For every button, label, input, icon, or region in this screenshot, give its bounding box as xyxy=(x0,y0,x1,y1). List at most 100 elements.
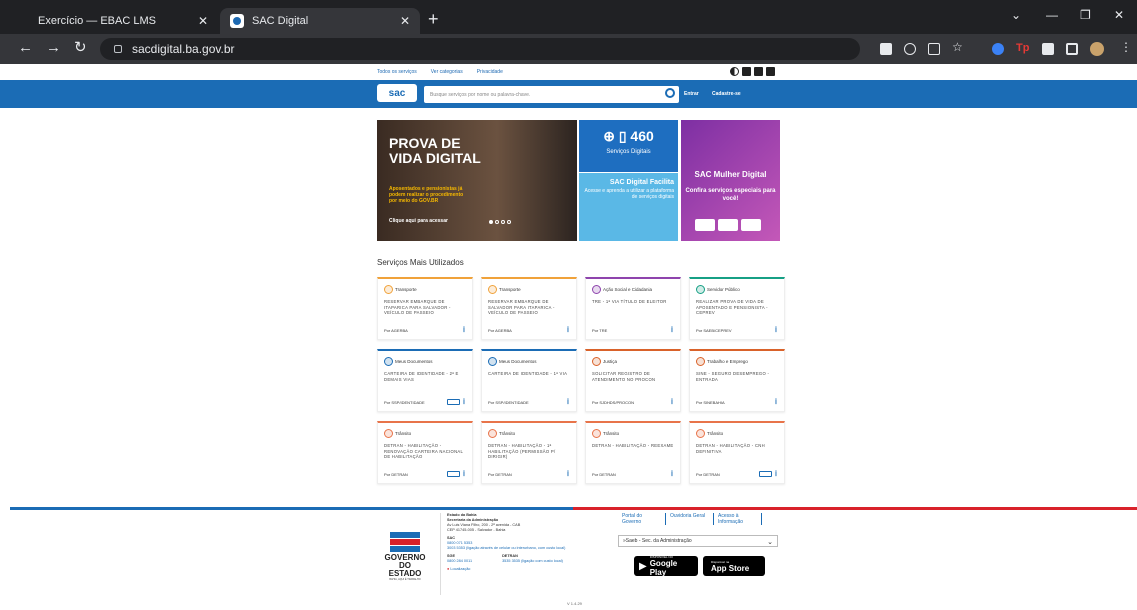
link-all-services[interactable]: Todos os serviços xyxy=(377,69,417,75)
font-decrease-icon[interactable] xyxy=(742,67,751,76)
carousel-dot[interactable] xyxy=(495,220,499,224)
secretaria-select[interactable]: »Saeb - Sec. da Administração ⌄ xyxy=(618,535,778,547)
info-icon[interactable]: ⅰ xyxy=(671,398,673,406)
extension-icon[interactable] xyxy=(992,43,1004,55)
info-icon[interactable]: ⅰ xyxy=(775,398,777,406)
info-icon[interactable]: ⅰ xyxy=(463,398,465,406)
register-link[interactable]: Cadastre-se xyxy=(712,91,741,97)
service-card[interactable]: Meus Documentos CARTEIRA DE IDENTIDADE - … xyxy=(377,349,473,412)
sac-logo[interactable]: sac xyxy=(377,84,417,102)
info-icon[interactable]: ⅰ xyxy=(567,326,569,334)
font-increase-icon[interactable] xyxy=(754,67,763,76)
site-settings-icon[interactable] xyxy=(880,43,892,55)
info-icon[interactable]: ⅰ xyxy=(671,470,673,478)
category-icon xyxy=(696,285,705,294)
service-card[interactable]: Transporte RESERVAR EMBARQUE DE SALVADOR … xyxy=(481,277,577,340)
reload-icon[interactable]: ↻ xyxy=(74,40,87,56)
info-icon[interactable]: ⅰ xyxy=(671,326,673,334)
info-icon[interactable]: ⅰ xyxy=(567,470,569,478)
address-bar[interactable]: sacdigital.ba.gov.br xyxy=(100,38,860,60)
card-service-name: RESERVAR EMBARQUE DE SALVADOR PARA ITAPA… xyxy=(488,299,555,315)
share-icon[interactable] xyxy=(928,43,940,55)
new-tab-icon[interactable]: + xyxy=(428,10,439,28)
zoom-icon[interactable] xyxy=(904,43,916,55)
search-input[interactable]: Busque serviços por nome ou palavra-chav… xyxy=(424,86,679,103)
category-label: Transporte xyxy=(395,287,417,292)
banner-cta[interactable]: Clique aqui para acessar xyxy=(389,218,448,224)
location-pin-icon: ● xyxy=(447,567,450,571)
facilita-title: SAC Digital Facilita xyxy=(609,179,674,186)
banner-digital-services[interactable]: ⊕ ▯ 460 Serviços Digitais xyxy=(579,120,678,172)
banner-sac-mulher[interactable]: SAC Mulher Digital Confira serviços espe… xyxy=(681,120,780,241)
minimize-icon[interactable]: — xyxy=(1046,8,1058,22)
tab-sac-digital[interactable]: SAC Digital ✕ xyxy=(220,8,420,34)
back-icon[interactable]: ← xyxy=(18,40,33,56)
service-card[interactable]: Trabalho e Emprego SINE - SEGURO DESEMPRE… xyxy=(689,349,785,412)
app-store-badge[interactable]: Disponível na App Store xyxy=(703,556,765,576)
info-icon[interactable]: ⅰ xyxy=(463,326,465,334)
forward-icon[interactable]: → xyxy=(46,40,61,56)
card-provider: Por AGERBA xyxy=(488,328,512,333)
card-service-name: CARTEIRA DE IDENTIDADE - 1ª VIA xyxy=(488,371,568,376)
info-icon[interactable]: ⅰ xyxy=(775,326,777,334)
profile-avatar[interactable] xyxy=(1090,42,1104,56)
sign-language-icon[interactable] xyxy=(766,67,775,76)
search-icon[interactable] xyxy=(665,88,675,98)
bookmark-star-icon[interactable]: ☆ xyxy=(952,40,964,54)
service-card[interactable]: Trânsito DETRAN - HABILITAÇÃO - 1ª HABILI… xyxy=(481,421,577,484)
card-category: Trânsito xyxy=(592,429,674,438)
tab-search-icon[interactable]: ⌄ xyxy=(1011,8,1021,22)
contrast-icon[interactable] xyxy=(730,67,739,76)
service-card[interactable]: Servidor Público REALIZAR PROVA DE VIDA D… xyxy=(689,277,785,340)
carousel-dot[interactable] xyxy=(489,220,493,224)
link-ouvidoria[interactable]: Ouvidoria Geral xyxy=(666,513,714,525)
close-tab-icon[interactable]: ✕ xyxy=(400,14,410,28)
category-label: Servidor Público xyxy=(707,287,740,292)
sac-phone-mobile[interactable]: 3003 5353 (ligação através de celular ou… xyxy=(447,546,590,551)
link-portal-governo[interactable]: Portal do Governo xyxy=(618,513,666,525)
side-panel-icon[interactable] xyxy=(1066,43,1078,55)
service-card[interactable]: Meus Documentos CARTEIRA DE IDENTIDADE - … xyxy=(481,349,577,412)
category-icon xyxy=(592,429,601,438)
menu-kebab-icon[interactable]: ⋮ xyxy=(1120,40,1132,54)
google-play-badge[interactable]: ▶ DISPONÍVEL NO Google Play xyxy=(634,555,698,577)
carousel-dot[interactable] xyxy=(501,220,505,224)
category-label: Trânsito xyxy=(603,431,620,436)
location-link[interactable]: Localização xyxy=(450,567,470,571)
category-label: Meus Documentos xyxy=(499,359,537,364)
card-service-name: TRE - 1ª VIA TÍTULO DE ELEITOR xyxy=(592,299,667,304)
category-label: Trânsito xyxy=(395,431,412,436)
service-card[interactable]: Trânsito DETRAN - HABILITAÇÃO - REEXAME Po… xyxy=(585,421,681,484)
carousel-dot[interactable] xyxy=(507,220,511,224)
sge-phone[interactable]: 0800 284 0011 xyxy=(447,559,472,564)
category-icon xyxy=(488,285,497,294)
service-card[interactable]: Trânsito DETRAN - HABILITAÇÃO - CNH DEFIN… xyxy=(689,421,785,484)
service-card[interactable]: Transporte RESERVAR EMBARQUE DE ITAPARICA… xyxy=(377,277,473,340)
login-link[interactable]: Entrar xyxy=(684,91,699,97)
tab-ebac[interactable]: Exercício — EBAC LMS ✕ xyxy=(28,8,218,34)
service-card[interactable]: Justiça SOLICITAR REGISTRO DE ATENDIMENTO… xyxy=(585,349,681,412)
service-card[interactable]: Trânsito DETRAN - HABILITAÇÃO - RENOVAÇÃO… xyxy=(377,421,473,484)
card-category: Trânsito xyxy=(488,429,570,438)
link-acesso-informacao[interactable]: Acesso à Informação xyxy=(714,513,762,525)
restore-icon[interactable]: ❐ xyxy=(1080,8,1091,22)
info-icon[interactable]: ⅰ xyxy=(775,470,777,478)
governo-logo[interactable]: GOVERNO DO ESTADO BAHIA, AQUI É TRABALHO xyxy=(382,532,428,581)
devices-icon xyxy=(447,399,460,405)
banner-prova-de-vida[interactable]: PROVA DE VIDA DIGITAL Aposentados e pens… xyxy=(377,120,577,241)
close-tab-icon[interactable]: ✕ xyxy=(198,14,208,28)
info-icon[interactable]: ⅰ xyxy=(463,470,465,478)
info-icon[interactable]: ⅰ xyxy=(567,398,569,406)
puzzle-extensions-icon[interactable] xyxy=(1042,43,1054,55)
link-privacy[interactable]: Privacidade xyxy=(477,69,503,75)
detran-phone[interactable]: 3535 3535 (ligação com custo local) xyxy=(502,559,563,564)
service-card[interactable]: Ação Social e Cidadania TRE - 1ª VIA TÍTU… xyxy=(585,277,681,340)
window-close-icon[interactable]: ✕ xyxy=(1114,8,1124,22)
banner-sac-facilita[interactable]: SAC Digital Facilita Acesse e aprenda a … xyxy=(579,173,678,241)
tp-extension-icon[interactable]: Tp xyxy=(1016,42,1029,54)
google-big: Google Play xyxy=(649,559,678,577)
footer-links: Portal do Governo Ouvidoria Geral Acesso… xyxy=(618,513,762,525)
footer-contact: Estado da Bahia Secretaria da Administra… xyxy=(440,513,590,595)
link-categories[interactable]: Ver categorias xyxy=(431,69,463,75)
url-text: sacdigital.ba.gov.br xyxy=(132,42,235,56)
